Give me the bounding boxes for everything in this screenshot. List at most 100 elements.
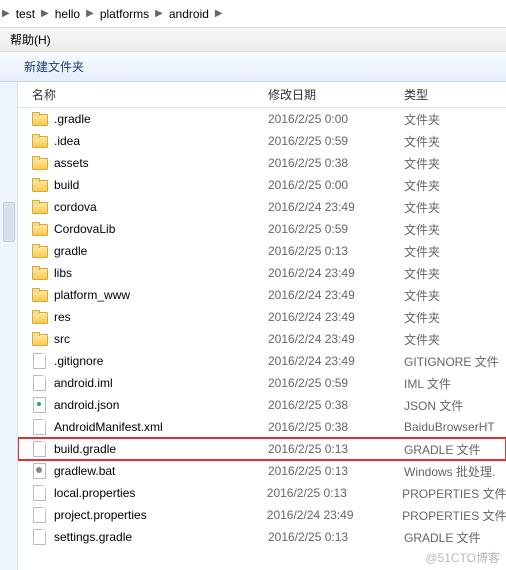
file-row[interactable]: res2016/2/24 23:49文件夹 — [18, 306, 506, 328]
header-type[interactable]: 类型 — [398, 86, 428, 103]
watermark: @51CTO博客 — [425, 549, 500, 566]
file-row[interactable]: project.properties2016/2/24 23:49PROPERT… — [18, 504, 506, 526]
breadcrumb-item[interactable]: android — [163, 7, 215, 21]
file-name: build — [54, 178, 79, 192]
file-name: .gitignore — [54, 354, 103, 368]
file-row[interactable]: libs 2016/2/24 23:49文件夹 — [18, 262, 506, 284]
file-row[interactable]: build.gradle2016/2/25 0:13GRADLE 文件 — [18, 438, 506, 460]
header-name[interactable]: 名称 — [18, 86, 268, 103]
file-date: 2016/2/24 23:49 — [268, 288, 398, 302]
file-rows: .gradle2016/2/25 0:00文件夹.idea2016/2/25 0… — [18, 108, 506, 548]
file-type: 文件夹 — [398, 331, 440, 348]
file-row[interactable]: assets 2016/2/25 0:38文件夹 — [18, 152, 506, 174]
file-row[interactable]: build 2016/2/25 0:00文件夹 — [18, 174, 506, 196]
file-date: 2016/2/25 0:38 — [268, 420, 398, 434]
file-row[interactable]: .gradle2016/2/25 0:00文件夹 — [18, 108, 506, 130]
file-row[interactable]: android.json 2016/2/25 0:38JSON 文件 — [18, 394, 506, 416]
file-date: 2016/2/25 0:13 — [267, 486, 396, 500]
file-date: 2016/2/24 23:49 — [268, 310, 398, 324]
file-date: 2016/2/24 23:49 — [268, 332, 398, 346]
file-icon — [32, 485, 48, 501]
toolbar: 新建文件夹 — [0, 52, 506, 82]
file-date: 2016/2/25 0:13 — [268, 464, 398, 478]
file-name: cordova — [54, 200, 97, 214]
file-name: android.json — [54, 398, 119, 412]
file-icon — [32, 441, 48, 457]
file-name: platform_www — [54, 288, 130, 302]
file-type: 文件夹 — [398, 155, 440, 172]
file-date: 2016/2/25 0:38 — [268, 398, 398, 412]
file-date: 2016/2/25 0:00 — [268, 178, 398, 192]
file-date: 2016/2/25 0:38 — [268, 156, 398, 170]
folder-icon — [32, 309, 48, 325]
file-icon — [32, 463, 48, 479]
file-name: android.iml — [54, 376, 113, 390]
nav-handle[interactable] — [3, 202, 15, 242]
file-date: 2016/2/25 0:59 — [268, 134, 398, 148]
file-icon — [32, 375, 48, 391]
file-name: .gradle — [54, 112, 91, 126]
file-date: 2016/2/25 0:13 — [268, 244, 398, 258]
file-type: IML 文件 — [398, 375, 451, 392]
menu-bar: 帮助(H) — [0, 28, 506, 52]
breadcrumb[interactable]: ▶ test ▶ hello ▶ platforms ▶ android ▶ — [0, 0, 506, 28]
breadcrumb-item[interactable]: hello — [49, 7, 86, 21]
file-row[interactable]: cordova2016/2/24 23:49文件夹 — [18, 196, 506, 218]
file-row[interactable]: gradlew.bat2016/2/25 0:13Windows 批处理. — [18, 460, 506, 482]
folder-icon — [32, 265, 48, 281]
file-icon — [32, 507, 48, 523]
breadcrumb-sep-icon: ▶ — [86, 8, 94, 19]
breadcrumb-sep-icon: ▶ — [155, 8, 163, 19]
file-date: 2016/2/25 0:59 — [268, 376, 398, 390]
file-row[interactable]: local.properties2016/2/25 0:13PROPERTIES… — [18, 482, 506, 504]
file-type: JSON 文件 — [398, 397, 463, 414]
file-type: 文件夹 — [398, 133, 440, 150]
file-type: BaiduBrowserHT — [398, 420, 495, 434]
folder-icon — [32, 243, 48, 259]
breadcrumb-item[interactable]: platforms — [94, 7, 155, 21]
file-type: GRADLE 文件 — [398, 529, 481, 546]
nav-pane-collapsed[interactable] — [0, 82, 18, 570]
file-name: gradle — [54, 244, 87, 258]
file-date: 2016/2/25 0:59 — [268, 222, 398, 236]
breadcrumb-item[interactable]: test — [10, 7, 41, 21]
file-name: CordovaLib — [54, 222, 115, 236]
file-date: 2016/2/24 23:49 — [268, 266, 398, 280]
file-row[interactable]: settings.gradle2016/2/25 0:13GRADLE 文件 — [18, 526, 506, 548]
file-date: 2016/2/24 23:49 — [268, 354, 398, 368]
file-row[interactable]: platform_www 2016/2/24 23:49文件夹 — [18, 284, 506, 306]
file-row[interactable]: gradle2016/2/25 0:13文件夹 — [18, 240, 506, 262]
file-type: Windows 批处理. — [398, 463, 495, 480]
file-name: project.properties — [54, 508, 147, 522]
folder-icon — [32, 331, 48, 347]
breadcrumb-sep-icon: ▶ — [215, 8, 223, 19]
file-type: 文件夹 — [398, 221, 440, 238]
folder-icon — [32, 177, 48, 193]
file-name: assets — [54, 156, 89, 170]
file-row[interactable]: android.iml 2016/2/25 0:59IML 文件 — [18, 372, 506, 394]
file-row[interactable]: AndroidManifest.xml 2016/2/25 0:38BaiduBr… — [18, 416, 506, 438]
file-row[interactable]: .idea 2016/2/25 0:59文件夹 — [18, 130, 506, 152]
file-name: libs — [54, 266, 72, 280]
file-icon — [32, 419, 48, 435]
file-icon — [32, 353, 48, 369]
file-type: 文件夹 — [398, 265, 440, 282]
menu-help[interactable]: 帮助(H) — [4, 31, 57, 48]
file-row[interactable]: CordovaLib 2016/2/25 0:59文件夹 — [18, 218, 506, 240]
column-headers: 名称 修改日期 类型 — [18, 82, 506, 108]
file-row[interactable]: .gitignore2016/2/24 23:49GITIGNORE 文件 — [18, 350, 506, 372]
new-folder-button[interactable]: 新建文件夹 — [18, 56, 90, 77]
file-type: 文件夹 — [398, 177, 440, 194]
file-name: local.properties — [54, 486, 135, 500]
folder-icon — [32, 155, 48, 171]
file-name: .idea — [54, 134, 80, 148]
file-name: settings.gradle — [54, 530, 132, 544]
header-date[interactable]: 修改日期 — [268, 86, 398, 103]
file-row[interactable]: src 2016/2/24 23:49文件夹 — [18, 328, 506, 350]
file-type: 文件夹 — [398, 309, 440, 326]
file-type: 文件夹 — [398, 287, 440, 304]
file-date: 2016/2/25 0:13 — [268, 442, 398, 456]
file-name: src — [54, 332, 70, 346]
file-name: AndroidManifest.xml — [54, 420, 163, 434]
file-type: 文件夹 — [398, 111, 440, 128]
